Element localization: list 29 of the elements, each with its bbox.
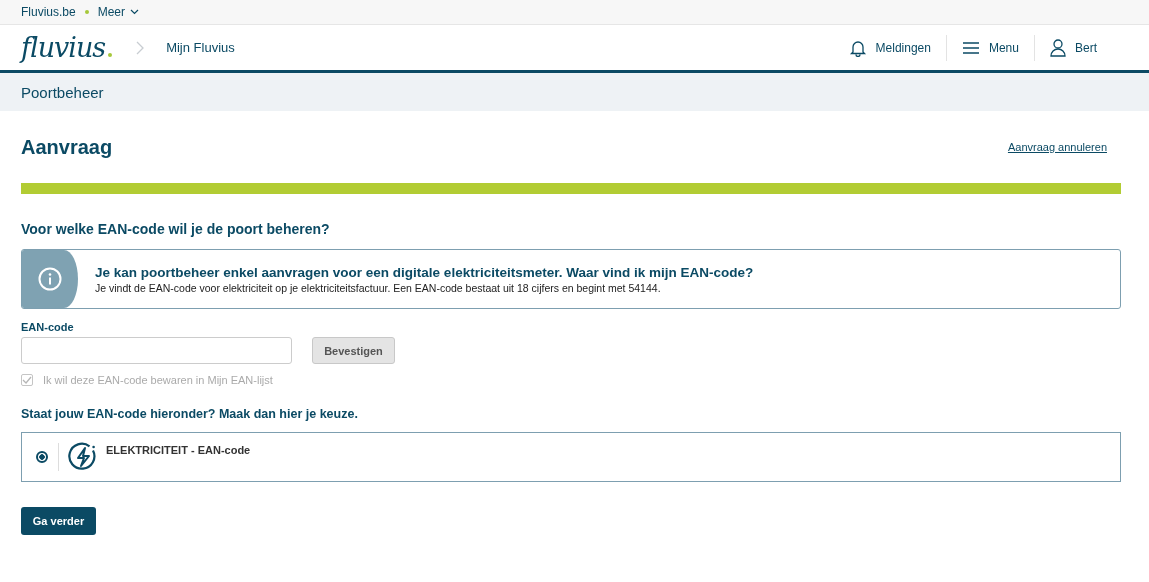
confirm-button[interactable]: Bevestigen (312, 337, 395, 364)
ean-input-field[interactable] (21, 337, 292, 364)
radio-button[interactable] (36, 451, 48, 463)
info-icon (38, 267, 62, 291)
option-card[interactable]: ELEKTRICITEIT - EAN-code (21, 432, 1121, 482)
user-icon (1050, 38, 1066, 57)
more-menu[interactable]: Meer (97, 5, 140, 19)
section-title: Poortbeheer (21, 83, 104, 101)
menu-icon (961, 40, 980, 55)
site-link[interactable]: Fluvius.be (21, 5, 76, 19)
continue-button[interactable]: Ga verder (21, 507, 96, 535)
header-action[interactable]: Bert (1035, 38, 1112, 57)
lightning-icon (68, 442, 98, 472)
question-heading: Voor welke EAN-code wil je de poort beheren? (21, 221, 331, 237)
header-action[interactable]: Menu (946, 40, 1034, 55)
logo[interactable]: fluvius (21, 32, 113, 63)
choice-heading: Staat jouw EAN-code hieronder? Maak dan hier je keuze. (21, 407, 359, 421)
chevron-right-icon (136, 40, 145, 55)
info-title: Je kan poortbeheer enkel aanvragen voor een digitale elektriciteitsmeter. Waar vind ik mijn EAN-code? (95, 265, 754, 280)
field-label: EAN-code (21, 321, 75, 333)
chevron-down-icon (130, 9, 140, 15)
info-text: Je vindt de EAN-code voor elektriciteit op je elektriciteitsfactuur. Een EAN-code bestaat uit 18 cijfers en begint met 54144. (95, 282, 662, 294)
page-title: Aanvraag (21, 135, 113, 159)
option-label: ELEKTRICITEIT - EAN-code (106, 444, 251, 456)
bell-icon (848, 38, 867, 57)
checkbox-label: Ik wil deze EAN-code bewaren in Mijn EAN-lijst (43, 374, 273, 386)
cancel-link[interactable]: Aanvraag annuleren (1007, 141, 1107, 153)
header-action[interactable]: Meldingen (833, 38, 946, 57)
breadcrumb-link[interactable]: Mijn Fluvius (166, 40, 235, 55)
